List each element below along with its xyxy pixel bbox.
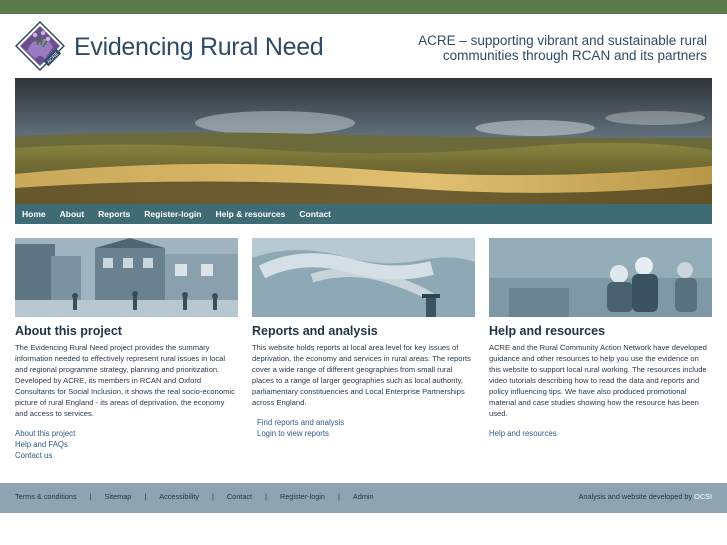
tagline-line-1: ACRE – supporting vibrant and sustainabl… bbox=[418, 33, 707, 48]
site-title: Evidencing Rural Need bbox=[74, 33, 324, 61]
children-play-photo bbox=[489, 238, 712, 317]
tagline-line-2: communities through RCAN and its partner… bbox=[442, 48, 707, 63]
nav-contact[interactable]: Contact bbox=[299, 209, 331, 219]
main-nav: Home About Reports Register-login Help &… bbox=[15, 204, 712, 224]
footer-terms[interactable]: Terms & conditions bbox=[15, 492, 77, 501]
link-contact-us[interactable]: Contact us bbox=[15, 450, 238, 461]
footer-separator: | bbox=[338, 492, 340, 501]
site-header: ACRE Evidencing Rural Need ACRE – suppor… bbox=[0, 14, 727, 78]
panel-links: About this project Help and FAQs Contact… bbox=[15, 428, 238, 461]
credit-text: Analysis and website developed by bbox=[578, 492, 693, 501]
panel-body: The Evidencing Rural Need project provid… bbox=[15, 343, 235, 418]
panel-body: ACRE and the Rural Community Action Netw… bbox=[489, 343, 707, 418]
footer-links: Terms & conditions | Sitemap | Accessibi… bbox=[15, 492, 374, 501]
link-help-resources[interactable]: Help and resources bbox=[489, 428, 712, 439]
nav-register-login[interactable]: Register-login bbox=[144, 209, 201, 219]
nav-about[interactable]: About bbox=[60, 209, 85, 219]
ocsi-link[interactable]: OCSI bbox=[694, 492, 712, 501]
link-find-reports[interactable]: Find reports and analysis bbox=[252, 417, 475, 428]
chimney-smoke-photo bbox=[252, 238, 475, 317]
footer-separator: | bbox=[144, 492, 147, 501]
nav-home[interactable]: Home bbox=[22, 209, 46, 219]
link-about-this-project[interactable]: About this project bbox=[15, 428, 238, 439]
nav-help-resources[interactable]: Help & resources bbox=[215, 209, 285, 219]
footer-separator: | bbox=[212, 492, 214, 501]
panel-body: This website holds reports at local area… bbox=[252, 343, 471, 407]
footer-accessibility[interactable]: Accessibility bbox=[159, 492, 199, 501]
acre-logo[interactable]: ACRE bbox=[14, 20, 66, 72]
about-project-panel: About this project The Evidencing Rural … bbox=[15, 238, 238, 461]
panel-title: Help and resources bbox=[489, 324, 606, 338]
footer-sitemap[interactable]: Sitemap bbox=[105, 492, 132, 501]
village-street-photo bbox=[15, 238, 238, 317]
panel-links: Find reports and analysis Login to view … bbox=[252, 417, 475, 439]
link-login-reports[interactable]: Login to view reports bbox=[252, 428, 475, 439]
top-accent-bar bbox=[0, 0, 727, 14]
footer-contact[interactable]: Contact bbox=[227, 492, 252, 501]
reports-analysis-panel: Reports and analysis This website holds … bbox=[252, 238, 475, 439]
site-footer: Terms & conditions | Sitemap | Accessibi… bbox=[0, 483, 727, 513]
help-resources-panel: Help and resources ACRE and the Rural Co… bbox=[489, 238, 712, 439]
link-help-faqs[interactable]: Help and FAQs bbox=[15, 439, 238, 450]
nav-reports[interactable]: Reports bbox=[98, 209, 130, 219]
hero-landscape-image bbox=[15, 78, 712, 204]
footer-separator: | bbox=[265, 492, 267, 501]
panel-title: Reports and analysis bbox=[252, 324, 378, 338]
tagline: ACRE – supporting vibrant and sustainabl… bbox=[377, 33, 707, 63]
panel-title: About this project bbox=[15, 324, 122, 338]
footer-separator: | bbox=[89, 492, 92, 501]
footer-admin[interactable]: Admin bbox=[353, 492, 374, 501]
panel-links: Help and resources bbox=[489, 428, 712, 439]
footer-register-login[interactable]: Register-login bbox=[280, 492, 325, 501]
developer-credit: Analysis and website developed by OCSI bbox=[579, 492, 712, 501]
